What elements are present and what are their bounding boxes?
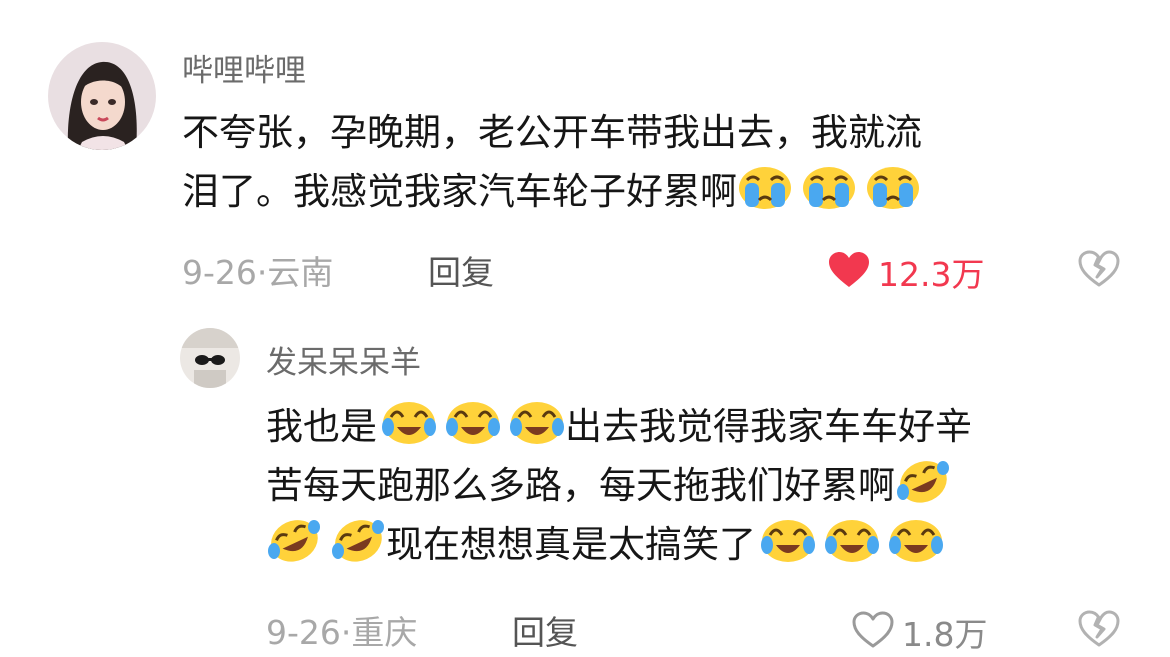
reply-text-line-3-suffix: 现在想想真是太搞笑了 [386,523,756,566]
tears-of-joy-emoji [445,399,501,445]
comment-text-line-2-text: 泪了。我感觉我家汽车轮子好累啊 [182,170,737,213]
comment-date: 9-26 [182,253,257,292]
comment-location: 云南 [267,253,334,292]
tears-of-joy-emoji [381,399,437,445]
meta-separator: · [256,253,268,292]
reply-username[interactable]: 发呆呆呆羊 [266,337,421,382]
dislike-button[interactable] [1078,250,1120,292]
crying-face-emoji [737,164,793,210]
reply-text-line-1-suffix: 出去我觉得我家车车好辛 [565,405,972,448]
rolling-laughing-emoji [895,458,951,504]
crying-face-emoji [865,164,921,210]
reply-button[interactable]: 回复 [428,246,494,294]
reply-text-line-3: 现在想想真是太搞笑了 [266,515,972,574]
comment-meta: 9-26·云南 [182,246,333,294]
reply-text-line-2-text: 苦每天跑那么多路，每天拖我们好累啊 [266,464,895,507]
rolling-laughing-emoji [266,517,322,563]
reply-location: 重庆 [351,613,418,652]
reply-text-line-2: 苦每天跑那么多路，每天拖我们好累啊 [266,456,972,515]
comment-text: 不夸张，孕晚期，老公开车带我出去，我就流 泪了。我感觉我家汽车轮子好累啊 [182,103,922,221]
reply-comment: 发呆呆呆羊 我也是 出去我觉得我家车车好辛 苦每天跑那么多路，每天拖我们好累啊 现… [0,300,1170,657]
reply-meta: 9-26·重庆 [266,606,417,654]
heart-icon [852,611,894,653]
comment: 哔哩哔哩 不夸张，孕晚期，老公开车带我出去，我就流 泪了。我感觉我家汽车轮子好累… [0,0,1170,300]
broken-heart-icon [1078,250,1120,292]
heart-icon [828,251,870,293]
broken-heart-icon [1078,610,1120,652]
comment-text-line-1: 不夸张，孕晚期，老公开车带我出去，我就流 [182,111,922,154]
like-count: 1.8万 [902,615,988,654]
tears-of-joy-emoji [509,399,565,445]
avatar[interactable] [180,328,240,388]
reply-text-prefix: 我也是 [266,405,377,448]
comment-text-line-2: 泪了。我感觉我家汽车轮子好累啊 [182,162,922,221]
like-button[interactable]: 1.8万 [852,608,987,656]
tears-of-joy-emoji [824,517,880,563]
reply-text: 我也是 出去我觉得我家车车好辛 苦每天跑那么多路，每天拖我们好累啊 现在想想真是太… [266,397,972,574]
avatar[interactable] [48,42,156,150]
meta-separator: · [340,613,352,652]
dislike-button[interactable] [1078,610,1120,652]
reply-button[interactable]: 回复 [512,606,578,654]
tears-of-joy-emoji [760,517,816,563]
like-count: 12.3万 [878,255,985,294]
comment-username[interactable]: 哔哩哔哩 [182,45,306,90]
rolling-laughing-emoji [330,517,386,563]
crying-face-emoji [801,164,857,210]
like-button[interactable]: 12.3万 [828,248,984,296]
reply-date: 9-26 [266,613,341,652]
reply-text-line-1: 我也是 出去我觉得我家车车好辛 [266,397,972,456]
tears-of-joy-emoji [888,517,944,563]
